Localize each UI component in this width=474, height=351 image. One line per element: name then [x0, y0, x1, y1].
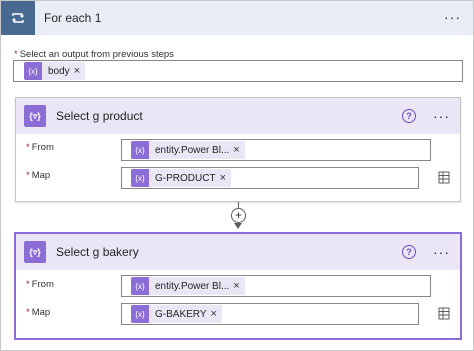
select-action-card: {▿} Select g product ? ··· * From {x} ent… [15, 97, 461, 202]
remove-token-icon[interactable]: × [220, 172, 231, 184]
expression-icon: {x} [131, 169, 149, 187]
map-label: * Map [26, 170, 51, 181]
help-icon[interactable]: ? [402, 245, 416, 259]
loop-icon [1, 1, 35, 35]
map-token[interactable]: {x} G-BAKERY × [131, 305, 222, 323]
select-action-title: Select g product [56, 109, 143, 123]
map-field[interactable]: {x} G-PRODUCT × [121, 167, 419, 189]
from-field[interactable]: {x} entity.Power Bl... × [121, 139, 431, 161]
select-action-title: Select g bakery [56, 245, 139, 259]
map-label: * Map [26, 307, 51, 318]
remove-token-icon[interactable]: × [211, 308, 222, 320]
from-field[interactable]: {x} entity.Power Bl... × [121, 275, 431, 297]
expression-icon: {x} [131, 141, 149, 159]
remove-token-icon[interactable]: × [233, 280, 244, 292]
for-each-header[interactable]: For each 1 ··· [1, 1, 473, 35]
data-operation-icon: {▿} [24, 105, 46, 127]
body-token-text: body [48, 65, 70, 77]
expression-icon: {x} [131, 277, 149, 295]
card-more-options-icon[interactable]: ··· [433, 109, 450, 123]
map-token[interactable]: {x} G-PRODUCT × [131, 169, 231, 187]
body-token[interactable]: {x} body × [24, 62, 86, 80]
switch-to-table-icon[interactable] [438, 171, 450, 184]
expression-icon: {x} [131, 305, 149, 323]
from-label: * From [26, 142, 54, 153]
expression-icon: {x} [24, 62, 42, 80]
remove-token-icon[interactable]: × [233, 144, 244, 156]
from-token[interactable]: {x} entity.Power Bl... × [131, 277, 245, 295]
map-field[interactable]: {x} G-BAKERY × [121, 303, 419, 325]
card-more-options-icon[interactable]: ··· [433, 245, 450, 259]
arrow-down-icon [234, 223, 242, 229]
from-label: * From [26, 279, 54, 290]
for-each-more-options-icon[interactable]: ··· [444, 10, 461, 24]
select-action-header[interactable]: {▿} Select g product [16, 98, 460, 134]
for-each-title: For each 1 [44, 11, 102, 25]
from-token[interactable]: {x} entity.Power Bl... × [131, 141, 245, 159]
select-output-label: * Select an output from previous steps [14, 49, 174, 60]
for-each-container: For each 1 ··· * Select an output from pr… [0, 0, 474, 351]
select-output-field[interactable]: {x} body × [13, 60, 463, 82]
select-action-card: {▿} Select g bakery ? ··· * From {x} enti… [15, 233, 461, 339]
add-step-icon[interactable]: + [231, 208, 246, 223]
remove-token-icon[interactable]: × [74, 65, 85, 77]
select-action-header[interactable]: {▿} Select g bakery [16, 234, 460, 270]
switch-to-table-icon[interactable] [438, 307, 450, 320]
data-operation-icon: {▿} [24, 241, 46, 263]
help-icon[interactable]: ? [402, 109, 416, 123]
required-mark: * [14, 49, 18, 60]
